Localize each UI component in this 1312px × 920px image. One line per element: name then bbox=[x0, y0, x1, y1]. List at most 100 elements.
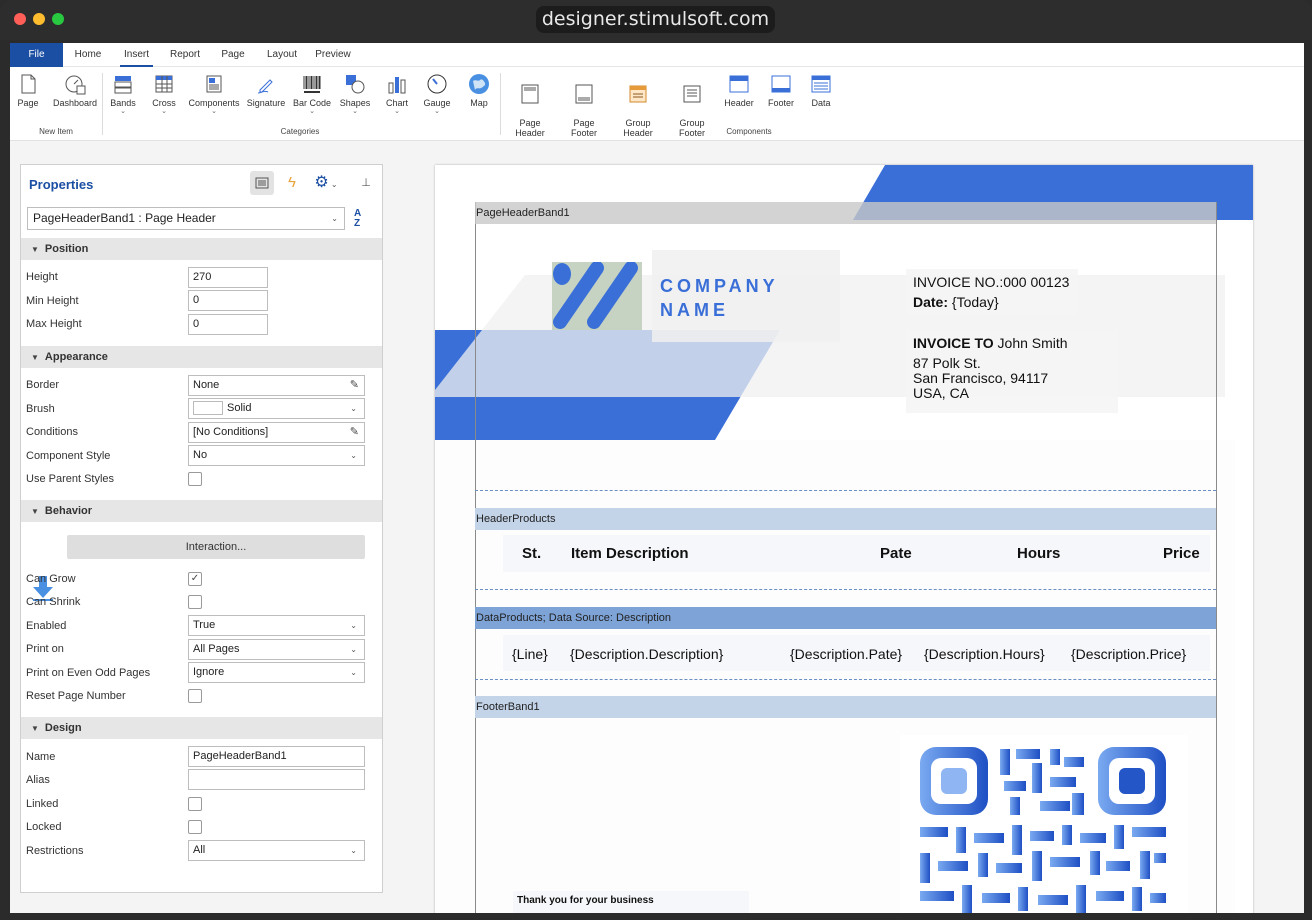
max-height-input[interactable]: 0 bbox=[188, 314, 268, 335]
minimize-window-button[interactable] bbox=[33, 13, 45, 25]
field-line[interactable]: {Line} bbox=[512, 646, 548, 662]
qr-code-icon bbox=[920, 747, 1166, 913]
column-header-hours[interactable]: Hours bbox=[1017, 545, 1060, 562]
tab-home[interactable]: Home bbox=[70, 43, 106, 67]
height-input[interactable]: 270 bbox=[188, 267, 268, 288]
enabled-label: Enabled bbox=[26, 620, 67, 632]
reset-page-number-checkbox[interactable] bbox=[188, 689, 202, 703]
company-logo[interactable] bbox=[552, 261, 642, 330]
column-header-st[interactable]: St. bbox=[522, 545, 541, 562]
collapse-triangle-icon: ▼ bbox=[31, 507, 39, 516]
new-dashboard-button[interactable]: Dashboard bbox=[50, 73, 100, 108]
can-shrink-checkbox[interactable] bbox=[188, 595, 202, 609]
file-menu-button[interactable]: File bbox=[10, 43, 63, 67]
invoice-to-box[interactable]: INVOICE TO John Smith 87 Polk St. San Fr… bbox=[906, 331, 1118, 413]
height-value: 270 bbox=[193, 271, 212, 283]
conditions-input[interactable]: [No Conditions] ✎ bbox=[188, 422, 365, 443]
footer-button[interactable]: Footer bbox=[764, 73, 798, 108]
barcode-icon bbox=[303, 76, 321, 93]
components-label: Components bbox=[188, 98, 240, 108]
data-products-band-title[interactable]: DataProducts; Data Source: Description bbox=[475, 607, 1216, 629]
column-header-item-description[interactable]: Item Description bbox=[571, 545, 689, 562]
section-design[interactable]: ▼ Design bbox=[21, 717, 382, 739]
signature-button[interactable]: Signature bbox=[246, 73, 286, 108]
new-page-button[interactable]: Page bbox=[14, 73, 42, 108]
lightning-icon: ϟ bbox=[288, 174, 296, 191]
new-dashboard-label: Dashboard bbox=[52, 98, 98, 108]
chart-icon bbox=[388, 77, 406, 94]
pencil-icon[interactable]: ✎ bbox=[350, 376, 359, 395]
ribbon-separator bbox=[102, 73, 103, 135]
tab-layout[interactable]: Layout bbox=[264, 43, 300, 67]
categorized-view-button[interactable] bbox=[250, 171, 274, 195]
collapse-triangle-icon: ▼ bbox=[31, 724, 39, 733]
print-on-select[interactable]: All Pages ⌄ bbox=[188, 639, 365, 660]
print-even-odd-select[interactable]: Ignore ⌄ bbox=[188, 662, 365, 683]
name-input[interactable]: PageHeaderBand1 bbox=[188, 746, 365, 767]
settings-button[interactable]: ⚙ ⌄ bbox=[309, 171, 343, 195]
map-button[interactable]: Map bbox=[466, 73, 492, 108]
company-name-box[interactable]: COMPANY NAME bbox=[652, 250, 840, 342]
page-header-band-title[interactable]: PageHeaderBand1 bbox=[475, 202, 1216, 224]
ribbon-toolbar: Page Dashboard New Item Bands ⌄ Cross ⌄ Co… bbox=[10, 67, 1304, 141]
brush-select[interactable]: Solid ⌄ bbox=[188, 398, 365, 419]
footer-band-title[interactable]: FooterBand1 bbox=[475, 696, 1216, 718]
bands-button[interactable]: Bands ⌄ bbox=[108, 73, 138, 116]
sort-alphabetically-button[interactable]: A Z bbox=[354, 209, 374, 229]
section-appearance[interactable]: ▼ Appearance bbox=[21, 346, 382, 368]
field-description[interactable]: {Description.Description} bbox=[570, 646, 723, 662]
gauge-label: Gauge bbox=[423, 98, 451, 108]
locked-checkbox[interactable] bbox=[188, 820, 202, 834]
min-height-input[interactable]: 0 bbox=[188, 290, 268, 311]
ribbon-separator bbox=[500, 73, 501, 135]
linked-checkbox[interactable] bbox=[188, 797, 202, 811]
report-page-canvas[interactable]: PageHeaderBand1 COMPANY NAME INVOICE NO.… bbox=[435, 165, 1253, 913]
maximize-window-button[interactable] bbox=[52, 13, 64, 25]
border-input[interactable]: None ✎ bbox=[188, 375, 365, 396]
column-header-price[interactable]: Price bbox=[1163, 545, 1200, 562]
interaction-button[interactable]: Interaction... bbox=[67, 535, 365, 559]
cross-button[interactable]: Cross ⌄ bbox=[150, 73, 178, 116]
header-button[interactable]: Header bbox=[722, 73, 756, 108]
chevron-down-icon: ⌄ bbox=[331, 214, 338, 223]
column-header-pate[interactable]: Pate bbox=[880, 545, 912, 562]
alias-input[interactable] bbox=[188, 769, 365, 790]
section-position[interactable]: ▼ Position bbox=[21, 238, 382, 260]
dashboard-icon bbox=[65, 75, 86, 95]
events-button[interactable]: ϟ bbox=[280, 171, 304, 195]
components-button[interactable]: Components ⌄ bbox=[188, 73, 240, 116]
field-price[interactable]: {Description.Price} bbox=[1071, 646, 1186, 662]
use-parent-styles-checkbox[interactable] bbox=[188, 472, 202, 486]
pin-panel-button[interactable]: ⊥ bbox=[354, 171, 378, 195]
barcode-button[interactable]: Bar Code ⌄ bbox=[291, 73, 333, 116]
tab-page[interactable]: Page bbox=[218, 43, 248, 67]
chevron-down-icon: ⌄ bbox=[350, 645, 357, 654]
chart-button[interactable]: Chart ⌄ bbox=[382, 73, 412, 116]
field-hours[interactable]: {Description.Hours} bbox=[924, 646, 1045, 662]
url-bar[interactable]: designer.stimulsoft.com bbox=[536, 6, 775, 33]
data-band-button[interactable]: Data bbox=[806, 73, 836, 108]
tab-insert[interactable]: Insert bbox=[120, 43, 153, 67]
restrictions-select[interactable]: All ⌄ bbox=[188, 840, 365, 861]
component-style-select[interactable]: No ⌄ bbox=[188, 445, 365, 466]
max-height-value: 0 bbox=[193, 318, 200, 330]
shapes-button[interactable]: Shapes ⌄ bbox=[338, 73, 372, 116]
enabled-select[interactable]: True ⌄ bbox=[188, 615, 365, 636]
right-margin-line bbox=[1216, 202, 1217, 913]
component-selector[interactable]: PageHeaderBand1 : Page Header ⌄ bbox=[27, 207, 345, 230]
can-grow-checkbox[interactable]: ✓ bbox=[188, 572, 202, 586]
section-behavior[interactable]: ▼ Behavior bbox=[21, 500, 382, 522]
qr-code[interactable] bbox=[900, 735, 1188, 913]
tab-preview[interactable]: Preview bbox=[313, 43, 353, 67]
gauge-button[interactable]: Gauge ⌄ bbox=[422, 73, 452, 116]
field-pate[interactable]: {Description.Pate} bbox=[790, 646, 902, 662]
section-behavior-label: Behavior bbox=[44, 505, 92, 517]
invoice-info-box[interactable]: INVOICE NO.:000 00123 Date: {Today} bbox=[906, 269, 1078, 315]
tab-report[interactable]: Report bbox=[166, 43, 204, 67]
pencil-icon[interactable]: ✎ bbox=[350, 423, 359, 442]
brush-color-swatch bbox=[193, 401, 223, 416]
section-position-label: Position bbox=[44, 243, 89, 255]
thank-you-box[interactable]: Thank you for your business bbox=[513, 891, 749, 913]
header-products-band-title[interactable]: HeaderProducts bbox=[475, 508, 1216, 530]
close-window-button[interactable] bbox=[14, 13, 26, 25]
